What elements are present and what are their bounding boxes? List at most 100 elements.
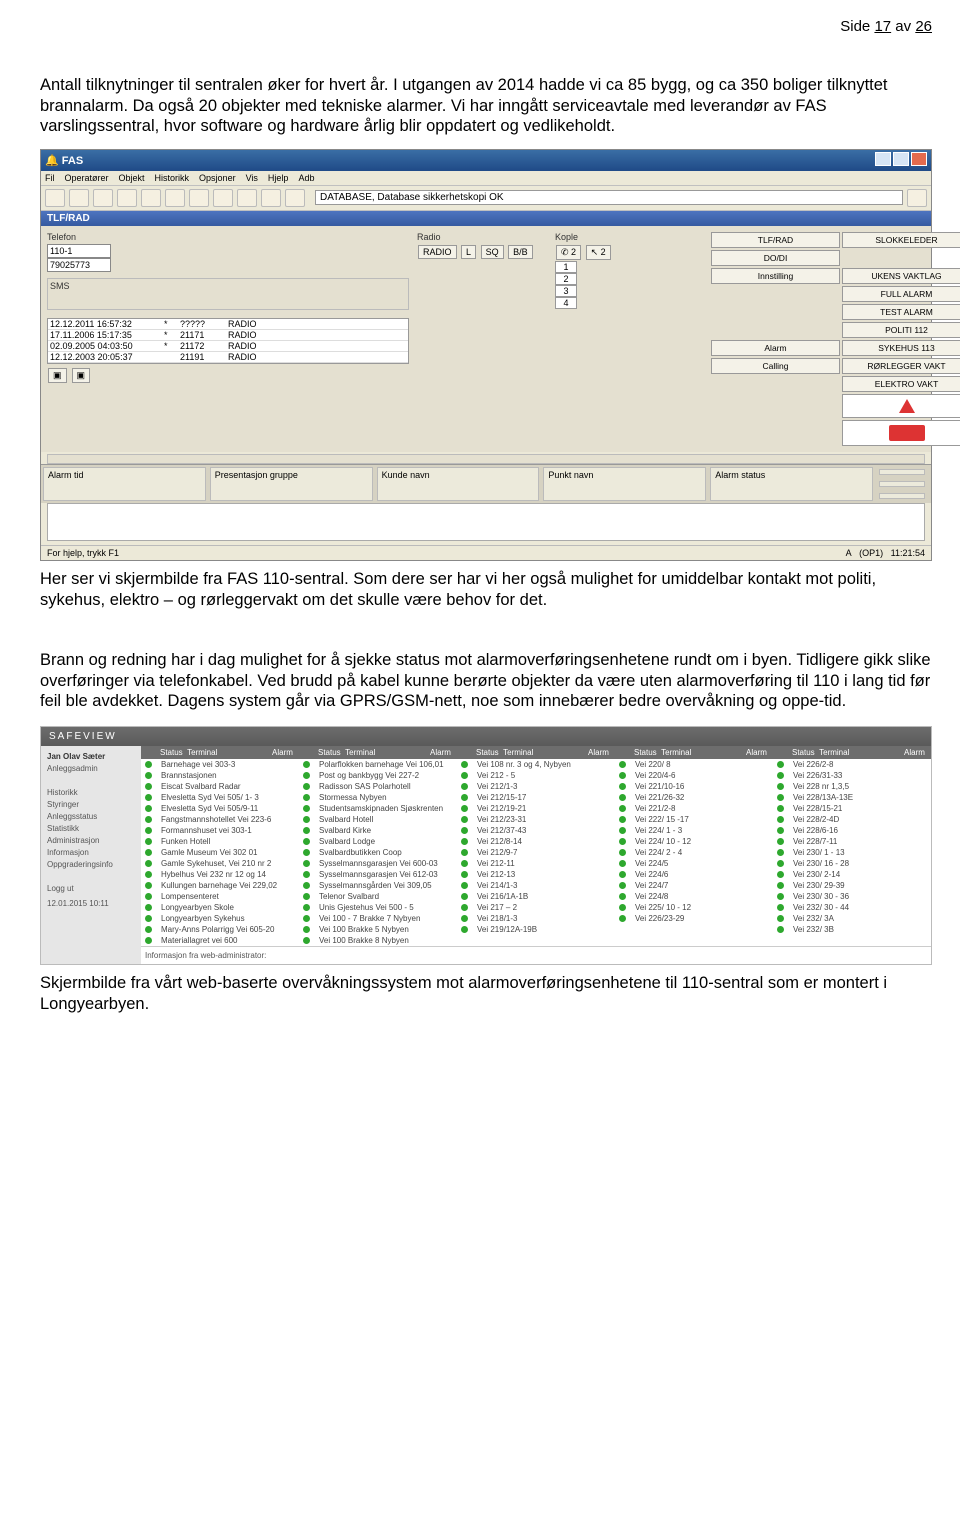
sv-terminal-row[interactable]: Post og bankbygg Vei 227-2	[299, 770, 457, 781]
sv-side-item[interactable]: Styringer	[47, 800, 135, 809]
alarm-icon[interactable]	[879, 481, 925, 487]
sv-terminal-row[interactable]: Barnehage vei 303-3	[141, 759, 299, 770]
menu-item[interactable]: Fil	[45, 173, 55, 183]
sv-terminal-row[interactable]: Elvesletta Syd Vei 505/9-11	[141, 803, 299, 814]
side-button[interactable]: SYKEHUS 113	[842, 340, 960, 356]
sv-terminal-row[interactable]: Vei 224/8	[615, 891, 773, 902]
sv-terminal-row[interactable]: Funken Hotell	[141, 836, 299, 847]
sv-terminal-row[interactable]: Vei 100 Brakke 8 Nybyen	[299, 935, 457, 946]
toolbar-icon[interactable]	[261, 189, 281, 207]
side-button[interactable]: Alarm	[711, 340, 840, 356]
toolbar-icon[interactable]	[907, 189, 927, 207]
sv-terminal-row[interactable]: Svalbard Lodge	[299, 836, 457, 847]
sv-terminal-row[interactable]: Vei 222/ 15 -17	[615, 814, 773, 825]
sv-terminal-row[interactable]: Svalbard Hotell	[299, 814, 457, 825]
kople-hand-2[interactable]: ↖ 2	[586, 245, 611, 260]
menu-item[interactable]: Objekt	[119, 173, 145, 183]
sv-terminal-row[interactable]: Vei 214/1-3	[457, 880, 615, 891]
sv-terminal-row[interactable]: Vei 228 nr 1,3,5	[773, 781, 931, 792]
radio-button[interactable]: RADIO	[418, 245, 457, 259]
sv-terminal-row[interactable]: Vei 100 - 7 Brakke 7 Nybyen	[299, 913, 457, 924]
sv-terminal-row[interactable]: Vei 228/2-4D	[773, 814, 931, 825]
sv-terminal-row[interactable]: Sysselmannsgården Vei 309,05	[299, 880, 457, 891]
sv-terminal-row[interactable]: Studentsamskipnaden Sjøskrenten	[299, 803, 457, 814]
menu-item[interactable]: Opsjoner	[199, 173, 236, 183]
window-controls[interactable]	[873, 152, 927, 169]
kople-num[interactable]: 3	[555, 285, 577, 297]
sv-terminal-row[interactable]: Vei 230/ 16 - 28	[773, 858, 931, 869]
log-button[interactable]: ▣	[72, 368, 91, 383]
sv-terminal-row[interactable]: Vei 232/ 3A	[773, 913, 931, 924]
sv-terminal-row[interactable]: Vei 221/10-16	[615, 781, 773, 792]
sv-terminal-row[interactable]: Formannshuset vei 303-1	[141, 825, 299, 836]
sv-terminal-row[interactable]: Vei 224/6	[615, 869, 773, 880]
kople-num[interactable]: 2	[555, 273, 577, 285]
sv-terminal-row[interactable]: Sysselmannsgarasjen Vei 612-03	[299, 869, 457, 880]
sv-side-item[interactable]: Statistikk	[47, 824, 135, 833]
sv-side-item[interactable]: Anleggsstatus	[47, 812, 135, 821]
sv-terminal-row[interactable]: Fangstmannshotellet Vei 223-6	[141, 814, 299, 825]
side-button[interactable]: RØRLEGGER VAKT	[842, 358, 960, 374]
sv-terminal-row[interactable]: Vei 212/19-21	[457, 803, 615, 814]
sv-terminal-row[interactable]: Stormessa Nybyen	[299, 792, 457, 803]
sv-terminal-row[interactable]: Vei 212/37-43	[457, 825, 615, 836]
sv-terminal-row[interactable]: Vei 230/ 1 - 13	[773, 847, 931, 858]
toolbar-icon[interactable]	[165, 189, 185, 207]
toolbar-icon[interactable]	[189, 189, 209, 207]
kople-hand-1[interactable]: ✆ 2	[556, 245, 581, 260]
sv-side-item[interactable]: Historikk	[47, 788, 135, 797]
sv-terminal-row[interactable]: Telenor Svalbard	[299, 891, 457, 902]
sv-side-item[interactable]: Informasjon	[47, 848, 135, 857]
sv-terminal-row[interactable]: Longyearbyen Skole	[141, 902, 299, 913]
sv-terminal-row[interactable]: Vei 212/1-3	[457, 781, 615, 792]
sv-side-item[interactable]: Administrasjon	[47, 836, 135, 845]
sv-terminal-row[interactable]: Svalbardbutikken Coop	[299, 847, 457, 858]
side-button[interactable]: FULL ALARM	[842, 286, 960, 302]
sv-terminal-row[interactable]: Vei 212 - 5	[457, 770, 615, 781]
sv-terminal-row[interactable]: Vei 226/2-8	[773, 759, 931, 770]
sv-terminal-row[interactable]: Vei 230/ 29-39	[773, 880, 931, 891]
sv-terminal-row[interactable]: Vei 220/4-6	[615, 770, 773, 781]
sv-terminal-row[interactable]: Vei 226/31-33	[773, 770, 931, 781]
h-scrollbar[interactable]	[47, 454, 925, 464]
sv-side-item[interactable]: Logg ut	[47, 884, 135, 893]
toolbar-icon[interactable]	[213, 189, 233, 207]
side-button[interactable]: ELEKTRO VAKT	[842, 376, 960, 392]
sv-terminal-row[interactable]: Hybelhus Vei 232 nr 12 og 14	[141, 869, 299, 880]
toolbar-icon[interactable]	[117, 189, 137, 207]
sv-terminal-row[interactable]: Vei 100 Brakke 5 Nybyen	[299, 924, 457, 935]
alarm-icon[interactable]	[879, 493, 925, 499]
sv-terminal-row[interactable]: Radisson SAS Polarhotell	[299, 781, 457, 792]
sv-side-item[interactable]: Anleggsadmin	[47, 764, 135, 773]
sv-terminal-row[interactable]: Polarflokken barnehage Vei 106,01	[299, 759, 457, 770]
sv-terminal-row[interactable]: Eiscat Svalbard Radar	[141, 781, 299, 792]
menu-item[interactable]: Adb	[298, 173, 314, 183]
sv-terminal-row[interactable]: Lompensenteret	[141, 891, 299, 902]
tel-field-2[interactable]: 79025773	[47, 258, 111, 272]
sv-terminal-row[interactable]: Mary-Anns Polarrigg Vei 605-20	[141, 924, 299, 935]
fas-menubar[interactable]: FilOperatørerObjektHistorikkOpsjonerVisH…	[41, 171, 931, 186]
sv-terminal-row[interactable]: Vei 226/23-29	[615, 913, 773, 924]
toolbar-icon[interactable]	[237, 189, 257, 207]
sv-terminal-row[interactable]: Longyearbyen Sykehus	[141, 913, 299, 924]
sv-terminal-row[interactable]: Elvesletta Syd Vei 505/ 1- 3	[141, 792, 299, 803]
sv-terminal-row[interactable]: Gamle Sykehuset, Vei 210 nr 2	[141, 858, 299, 869]
kople-num[interactable]: 4	[555, 297, 577, 309]
toolbar-icon[interactable]	[45, 189, 65, 207]
tel-field-1[interactable]: 110-1	[47, 244, 111, 258]
sv-terminal-row[interactable]: Vei 219/12A-19B	[457, 924, 615, 935]
sv-terminal-row[interactable]: Svalbard Kirke	[299, 825, 457, 836]
menu-item[interactable]: Vis	[246, 173, 258, 183]
toolbar-icon[interactable]	[93, 189, 113, 207]
sv-terminal-row[interactable]: Vei 224/ 1 - 3	[615, 825, 773, 836]
sv-terminal-row[interactable]: Vei 220/ 8	[615, 759, 773, 770]
sv-terminal-row[interactable]: Vei 108 nr. 3 og 4, Nybyen	[457, 759, 615, 770]
toolbar-icon[interactable]	[69, 189, 89, 207]
sv-terminal-row[interactable]: Unis Gjestehus Vei 500 - 5	[299, 902, 457, 913]
safeview-sidebar[interactable]: Jan Olav Sæter Anleggsadmin HistorikkSty…	[41, 746, 141, 964]
sv-terminal-row[interactable]: Vei 221/26-32	[615, 792, 773, 803]
sv-terminal-row[interactable]: Vei 221/2-8	[615, 803, 773, 814]
sv-terminal-row[interactable]: Kullungen barnehage Vei 229,02	[141, 880, 299, 891]
side-button[interactable]: TEST ALARM	[842, 304, 960, 320]
sv-terminal-row[interactable]: Vei 212/8-14	[457, 836, 615, 847]
